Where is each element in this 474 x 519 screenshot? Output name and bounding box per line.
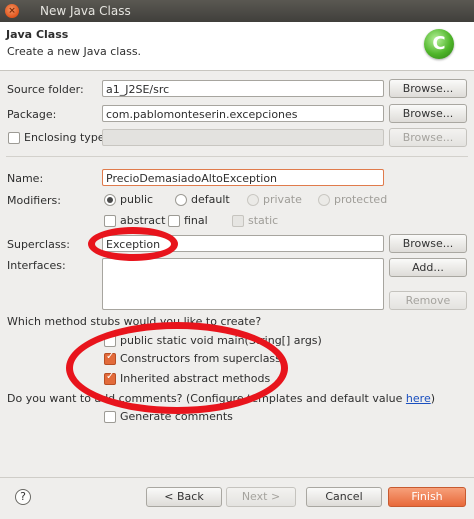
page-description: Create a new Java class. bbox=[7, 45, 142, 58]
interfaces-list[interactable] bbox=[102, 258, 384, 310]
annotation-circle-superclass bbox=[88, 227, 178, 261]
generate-comments-checkbox[interactable] bbox=[104, 411, 116, 423]
final-label: final bbox=[184, 214, 208, 227]
add-interface-button[interactable]: Add... bbox=[389, 258, 467, 277]
default-label: default bbox=[191, 193, 230, 206]
footer-divider bbox=[0, 477, 474, 478]
public-label: public bbox=[120, 193, 154, 206]
private-radio bbox=[247, 194, 259, 206]
enclosing-type-checkbox[interactable] bbox=[8, 132, 20, 144]
interfaces-label: Interfaces: bbox=[7, 259, 66, 272]
public-radio[interactable] bbox=[104, 194, 116, 206]
help-icon[interactable]: ? bbox=[15, 489, 31, 505]
source-folder-label: Source folder: bbox=[7, 83, 84, 96]
private-label: private bbox=[263, 193, 302, 206]
name-label: Name: bbox=[7, 172, 44, 185]
default-radio[interactable] bbox=[175, 194, 187, 206]
protected-label: protected bbox=[334, 193, 388, 206]
source-folder-input[interactable]: a1_J2SE/src bbox=[102, 80, 384, 97]
configure-templates-link[interactable]: here bbox=[406, 392, 431, 405]
protected-radio bbox=[318, 194, 330, 206]
abstract-label: abstract bbox=[120, 214, 166, 227]
next-button: Next > bbox=[226, 487, 296, 507]
enclosing-type-label: Enclosing type: bbox=[24, 131, 109, 144]
enclosing-type-input bbox=[102, 129, 384, 146]
close-icon[interactable]: × bbox=[5, 4, 19, 18]
package-browse-button[interactable]: Browse... bbox=[389, 104, 467, 123]
source-folder-browse-button[interactable]: Browse... bbox=[389, 79, 467, 98]
static-label: static bbox=[248, 214, 279, 227]
back-button[interactable]: < Back bbox=[146, 487, 222, 507]
abstract-checkbox[interactable] bbox=[104, 215, 116, 227]
package-input[interactable]: com.pablomonteserin.excepciones bbox=[102, 105, 384, 122]
annotation-circle-stubs bbox=[66, 322, 288, 414]
cancel-button[interactable]: Cancel bbox=[306, 487, 382, 507]
modifiers-label: Modifiers: bbox=[7, 194, 61, 207]
enclosing-type-browse-button: Browse... bbox=[389, 128, 467, 147]
superclass-label: Superclass: bbox=[7, 238, 70, 251]
package-label: Package: bbox=[7, 108, 57, 121]
name-input[interactable]: PrecioDemasiadoAltoException bbox=[102, 169, 384, 186]
static-checkbox bbox=[232, 215, 244, 227]
superclass-browse-button[interactable]: Browse... bbox=[389, 234, 467, 253]
finish-button[interactable]: Finish bbox=[388, 487, 466, 507]
page-title: Java Class bbox=[6, 28, 69, 41]
final-checkbox[interactable] bbox=[168, 215, 180, 227]
window-title: New Java Class bbox=[40, 4, 131, 18]
java-class-icon: C bbox=[424, 29, 454, 59]
remove-interface-button: Remove bbox=[389, 291, 467, 310]
divider bbox=[6, 156, 468, 157]
